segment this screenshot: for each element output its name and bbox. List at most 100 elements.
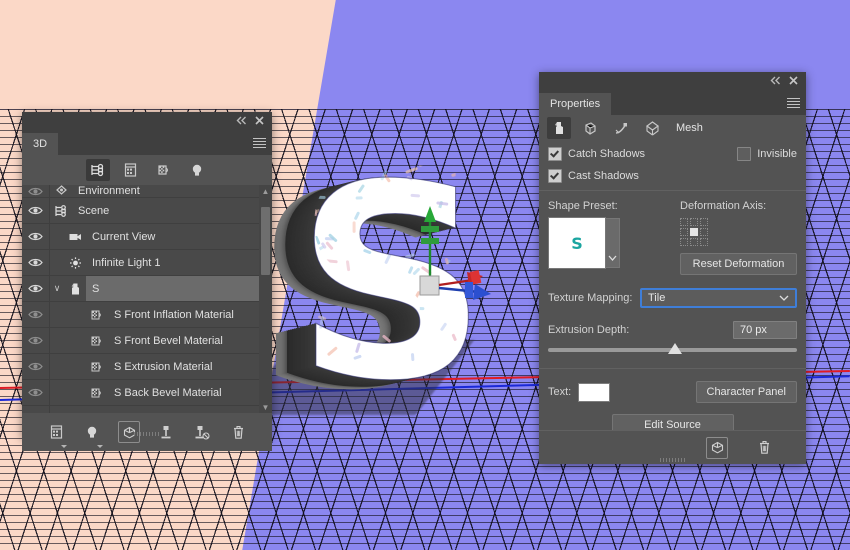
tree-row-s-extrusion-material[interactable]: S Extrusion Material [22,354,272,380]
collapse-double-arrow-icon[interactable] [769,76,782,89]
visibility-toggle-icon[interactable] [22,185,50,197]
deform-cell-2[interactable] [700,218,708,226]
deform-cell-6[interactable] [680,238,688,246]
visibility-toggle-icon[interactable] [22,224,50,249]
text-color-swatch[interactable] [578,382,611,402]
3d-filter-toolbar [22,155,272,185]
texture-mapping-select[interactable]: Tile [640,288,797,308]
shape-preset-dropdown-arrow[interactable] [606,218,620,268]
panel-resize-grip[interactable] [659,458,686,462]
camera-icon [64,230,86,244]
visibility-toggle-icon[interactable] [22,328,50,353]
scene-filter-icon[interactable] [85,159,110,181]
properties-tabbar: Properties [539,93,806,115]
scroll-down-icon[interactable]: ▼ [259,401,272,413]
deform-cell-5[interactable] [700,228,708,236]
visibility-toggle-icon[interactable] [22,302,50,327]
photoshop-3d-workspace: S S S S 3D Environment Scene Current Vie… [0,0,850,550]
tree-row-label: S Back Inflation Material [108,406,272,414]
visibility-toggle-icon[interactable] [22,406,50,413]
text-label: Text: [548,386,572,398]
mesh-icon [64,282,86,296]
3d-scene-tree[interactable]: Environment Scene Current View Infinite Lig… [22,185,272,413]
material-icon [86,386,108,400]
cast-shadows-row: Cast Shadows [548,166,797,185]
texture-mapping-label: Texture Mapping: [548,292,633,304]
panel-menu-icon[interactable] [253,138,266,149]
3d-axis-widget[interactable] [399,198,519,318]
deformation-axis-grid[interactable] [680,218,797,246]
extrusion-depth-input[interactable]: 70 px [733,321,797,339]
deform-cell-8[interactable] [700,238,708,246]
delete-icon[interactable] [754,438,774,458]
tree-row-s-front-inflation-material[interactable]: S Front Inflation Material [22,302,272,328]
character-panel-button[interactable]: Character Panel [695,381,797,403]
invisible-checkbox[interactable] [737,146,752,161]
3d-tree-scrollbar[interactable]: ▲ ▼ [259,185,272,413]
deform-tab-icon[interactable] [578,117,602,139]
tree-row-label: S Front Inflation Material [114,308,234,321]
reset-deformation-button[interactable]: Reset Deformation [680,253,797,275]
add-light-icon[interactable] [82,422,103,448]
light-icon [64,256,86,270]
add-object-icon[interactable] [706,436,728,459]
deform-cell-3[interactable] [680,228,688,236]
cast-shadows-checkbox[interactable] [548,168,562,183]
add-mesh-icon[interactable] [46,422,67,448]
environment-icon [50,185,72,197]
tree-row-s-back-bevel-material[interactable]: S Back Bevel Material [22,380,272,406]
tree-row-scene[interactable]: Scene [22,198,272,224]
scroll-up-icon[interactable]: ▲ [259,185,272,197]
visibility-toggle-icon[interactable] [22,380,50,405]
mesh-tab-icon[interactable] [547,117,571,139]
tree-row-s[interactable]: ∨ S [22,276,272,302]
lights-filter-icon[interactable] [185,159,209,181]
deform-cell-4[interactable] [690,228,698,236]
tab-3d[interactable]: 3D [22,133,59,155]
panel-resize-grip[interactable] [134,432,160,436]
tab-properties[interactable]: Properties [539,93,612,115]
3d-text-object[interactable]: S S S S [235,149,565,430]
expand-collapse-icon[interactable]: ∨ [50,283,64,294]
tree-row-label: Current View [92,230,156,243]
catch-shadows-checkbox[interactable] [548,146,562,161]
invisible-label: Invisible [757,147,797,160]
deform-cell-7[interactable] [690,238,698,246]
deform-cell-1[interactable] [690,218,698,226]
close-icon[interactable] [253,116,266,129]
chevron-down-icon[interactable] [97,445,103,448]
extrusion-depth-slider-thumb[interactable] [667,343,682,354]
tree-row-infinite-light-1[interactable]: Infinite Light 1 [22,250,272,276]
visibility-toggle-icon[interactable] [22,198,50,223]
tree-row-current-view[interactable]: Current View [22,224,272,250]
visibility-toggle-icon[interactable] [22,250,50,275]
tree-row-label: S Extrusion Material [114,360,213,373]
panel-menu-icon[interactable] [787,98,800,109]
tree-row-label: Infinite Light 1 [92,256,161,269]
mesh-filter-icon[interactable] [119,159,143,181]
properties-section-label: Mesh [676,122,703,134]
remove-constraint-icon[interactable] [192,422,212,442]
3d-panel-titlebar [22,112,272,133]
materials-filter-icon[interactable] [152,159,176,181]
delete-icon[interactable] [228,422,248,442]
chevron-down-icon[interactable] [61,445,67,448]
divider [539,368,806,369]
properties-panel: Properties Mesh Catch Shadows Invisible … [539,72,806,464]
visibility-toggle-icon[interactable] [22,276,50,301]
scroll-thumb[interactable] [261,207,270,275]
coordinates-tab-icon[interactable] [640,117,664,139]
cast-shadows-label: Cast Shadows [568,169,639,182]
tree-row-s-front-bevel-material[interactable]: S Front Bevel Material [22,328,272,354]
shape-preset-thumbnail[interactable]: S [548,217,606,269]
3d-panel: 3D Environment Scene Current View Infini… [22,112,272,451]
close-icon[interactable] [787,76,800,89]
collapse-double-arrow-icon[interactable] [235,116,248,129]
visibility-toggle-icon[interactable] [22,354,50,379]
cap-tab-icon[interactable] [609,117,633,139]
tree-row-label: S Back Bevel Material [114,386,222,399]
tree-row-s-back-inflation-material[interactable]: S Back Inflation Material [22,406,272,413]
extrusion-depth-slider[interactable] [548,343,797,354]
tree-row-environment[interactable]: Environment [22,185,272,198]
deform-cell-0[interactable] [680,218,688,226]
